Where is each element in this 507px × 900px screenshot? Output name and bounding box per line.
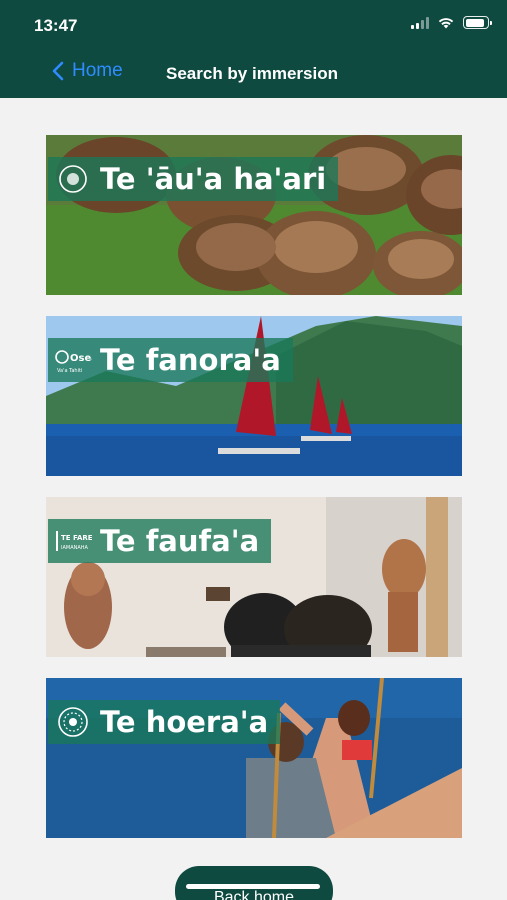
card-title: Te faufa'a [100, 524, 260, 558]
osea-logo-icon: Osea Va'a Tahiti [55, 350, 92, 374]
chevron-left-icon [52, 61, 64, 81]
card-title: Te fanora'a [100, 343, 281, 377]
round-emblem-logo-icon [58, 707, 88, 737]
home-indicator[interactable] [186, 884, 320, 889]
logo-text: Osea [70, 353, 92, 364]
card-label-badge: Te hoera'a [48, 700, 281, 744]
card-label-badge: Osea Va'a Tahiti Te fanora'a [48, 338, 293, 382]
back-button-label: Home [72, 60, 123, 81]
immersion-card-faufaa[interactable]: TE FARE IAMANAHA Te faufa'a [46, 497, 462, 657]
card-label-badge: TE FARE IAMANAHA Te faufa'a [48, 519, 272, 563]
card-label-badge: Te 'āu'a ha'ari [48, 157, 339, 201]
card-title: Te hoera'a [100, 705, 269, 739]
status-icons [411, 16, 492, 29]
immersion-card-fanoraa[interactable]: Osea Va'a Tahiti Te fanora'a [46, 316, 462, 476]
wifi-icon [438, 18, 454, 29]
back-home-label: Back home [213, 889, 295, 900]
back-button[interactable]: Home [52, 60, 123, 82]
battery-icon [463, 16, 492, 29]
card-title: Te 'āu'a ha'ari [100, 162, 327, 196]
top-bar: 13:47 Home Search by immersion [0, 0, 507, 98]
cellular-signal-icon [411, 16, 429, 29]
logo-text: TE FARE [61, 534, 92, 542]
te-fare-iamanaha-logo-icon: TE FARE IAMANAHA [56, 531, 92, 551]
coconut-circle-logo-icon [59, 165, 87, 193]
logo-subtext: Va'a Tahiti [57, 368, 82, 374]
status-time: 13:47 [34, 16, 78, 35]
page-title: Search by immersion [166, 64, 338, 83]
immersion-card-hoeraa[interactable]: Te hoera'a [46, 678, 462, 838]
immersion-list: Te 'āu'a ha'ari Osea Va'a Tahiti Te fano… [46, 135, 462, 859]
back-home-button[interactable]: Back home [175, 866, 333, 900]
logo-subtext: IAMANAHA [61, 545, 89, 551]
immersion-card-aua-haari[interactable]: Te 'āu'a ha'ari [46, 135, 462, 295]
